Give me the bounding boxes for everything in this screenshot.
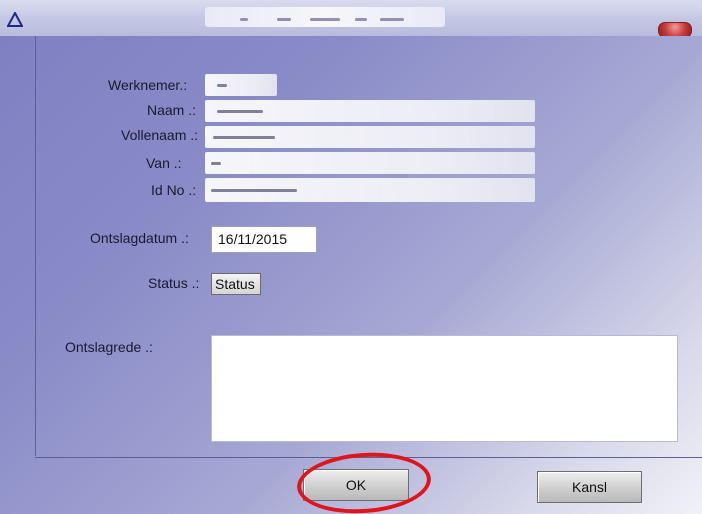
- naam-label: Naam .:: [147, 102, 197, 118]
- cancel-button[interactable]: Kansl: [537, 471, 642, 503]
- left-divider: [35, 36, 36, 456]
- ontslagrede-textarea[interactable]: [211, 335, 678, 442]
- van-field[interactable]: [205, 152, 535, 174]
- window-title-redacted: [205, 7, 445, 27]
- van-label: Van .:: [146, 155, 182, 171]
- dialog-window: Werknemer.: Naam .: Vollenaam .: Van .: …: [0, 0, 702, 514]
- ontslagrede-label: Ontslagrede .:: [65, 339, 153, 355]
- title-bar: [0, 0, 702, 38]
- werknemer-field[interactable]: [205, 74, 277, 96]
- vollenaam-field[interactable]: [205, 126, 535, 148]
- status-label: Status .:: [148, 275, 200, 291]
- naam-field[interactable]: [205, 100, 535, 122]
- warning-triangle-icon: [7, 12, 23, 27]
- werknemer-label: Werknemer.:: [108, 77, 188, 93]
- idno-label: Id No .:: [151, 182, 197, 198]
- ontslagdatum-label: Ontslagdatum .:: [90, 230, 189, 246]
- ontslagdatum-input[interactable]: 16/11/2015: [211, 226, 317, 253]
- status-button[interactable]: Status: [211, 273, 261, 295]
- vollenaam-label: Vollenaam .:: [121, 127, 199, 143]
- idno-field[interactable]: [205, 178, 535, 202]
